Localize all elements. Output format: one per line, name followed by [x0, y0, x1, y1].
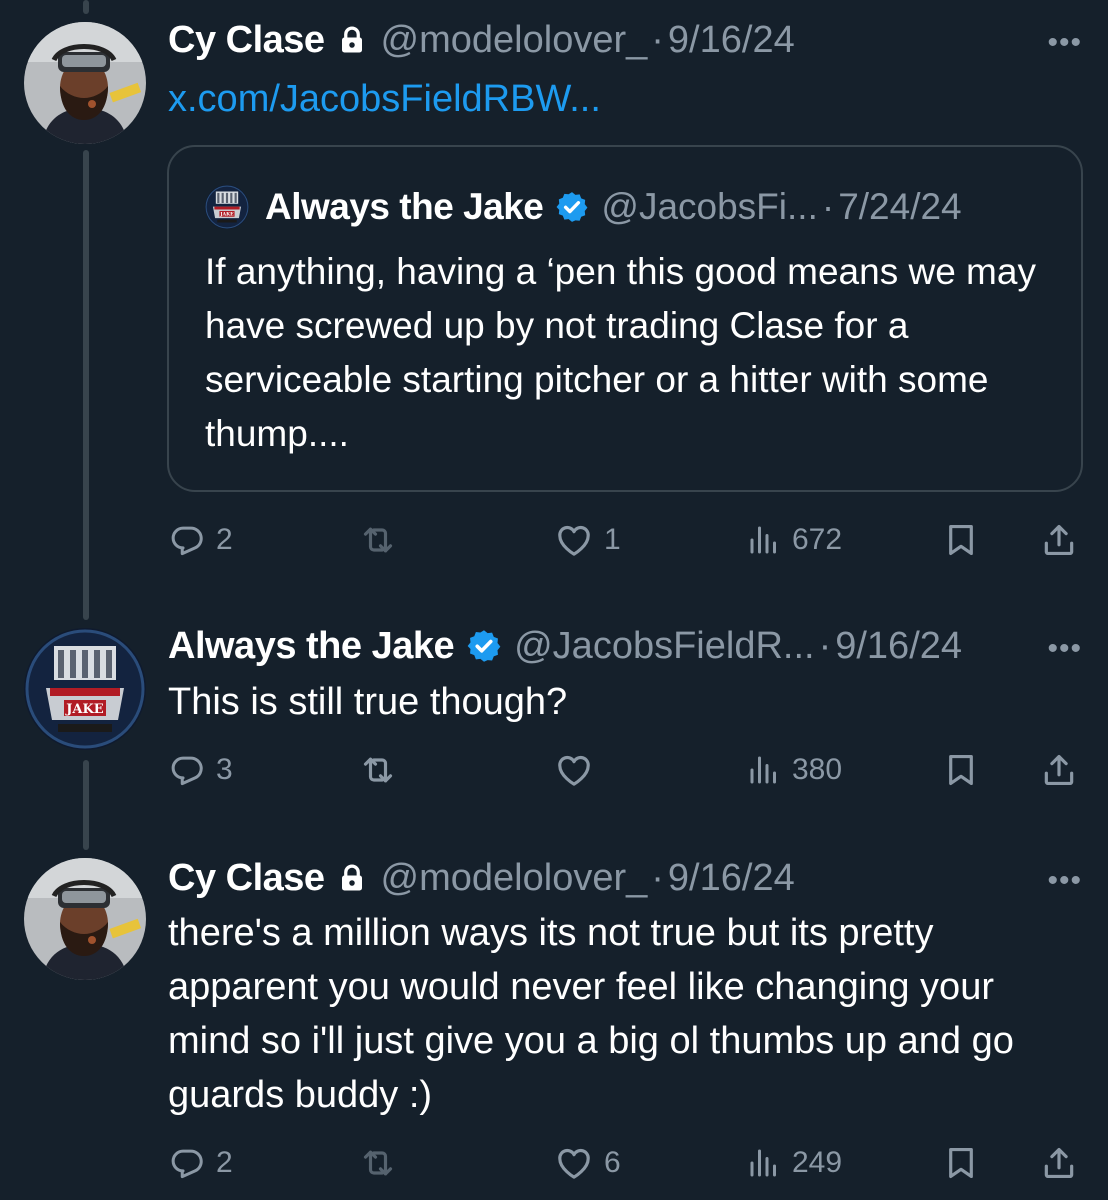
like-button[interactable]: 1 — [554, 510, 621, 570]
like-button[interactable] — [554, 740, 604, 800]
quote-text: If anything, having a ‘pen this good mea… — [205, 251, 1036, 454]
action-bar: 3 380 — [168, 740, 1082, 800]
bookmark-button[interactable] — [942, 1133, 980, 1193]
repost-button[interactable] — [358, 1133, 408, 1193]
action-bar: 2 1 672 — [168, 510, 1082, 570]
always-the-jake-avatar-image — [205, 185, 249, 229]
repost-button[interactable] — [358, 740, 408, 800]
thread-connector-line — [83, 0, 89, 14]
reply-icon — [168, 1144, 206, 1182]
views-button[interactable]: 380 — [746, 740, 842, 800]
quote-date: 7/24/24 — [838, 186, 962, 227]
like-count: 6 — [604, 1146, 621, 1179]
views-icon — [746, 1145, 782, 1181]
verified-badge-icon — [466, 628, 502, 664]
tweet-date[interactable]: 9/16/24 — [668, 857, 795, 900]
views-count: 672 — [792, 523, 843, 556]
avatar[interactable] — [24, 858, 146, 980]
like-icon — [554, 520, 594, 560]
share-button[interactable] — [1040, 510, 1078, 570]
separator-dot: · — [651, 18, 664, 61]
reply-icon — [168, 751, 206, 789]
tweet-text: This is still true though? — [168, 681, 568, 723]
bookmark-icon — [942, 1144, 980, 1182]
author-handle[interactable]: @JacobsFieldR... — [514, 625, 814, 668]
reply-button[interactable]: 2 — [168, 1133, 233, 1193]
avatar[interactable] — [24, 22, 146, 144]
tweet-text: there's a million ways its not true but … — [168, 912, 1014, 1116]
quote-author-name: Always the Jake — [265, 186, 544, 227]
verified-badge-icon — [555, 190, 589, 224]
quoted-tweet-card[interactable]: Always the Jake @JacobsFi... · 7/24/24 I… — [167, 145, 1083, 492]
bookmark-button[interactable] — [942, 740, 980, 800]
separator-dot: · — [818, 624, 832, 667]
reply-icon — [168, 521, 206, 559]
cy-clase-avatar-image — [24, 858, 146, 980]
quote-author-handle: @JacobsFi... — [601, 186, 818, 227]
repost-icon — [358, 1143, 398, 1183]
reply-count: 2 — [216, 523, 233, 556]
tweet-header: Cy Clase @modelolover_ · 9/16/24 — [168, 10, 795, 70]
author-handle[interactable]: @modelolover_ — [381, 19, 648, 62]
like-count: 1 — [604, 523, 621, 556]
author-handle[interactable]: @modelolover_ — [381, 857, 648, 900]
reply-button[interactable]: 3 — [168, 740, 233, 800]
share-icon — [1040, 751, 1078, 789]
like-icon — [554, 1143, 594, 1183]
tweet-body: x.com/JacobsFieldRBW... — [168, 72, 1068, 126]
quote-header: Always the Jake @JacobsFi... · 7/24/24 — [205, 185, 962, 229]
avatar[interactable] — [24, 628, 146, 750]
cy-clase-avatar-image — [24, 22, 146, 144]
reply-button[interactable]: 2 — [168, 510, 233, 570]
tweet-header: Always the Jake @JacobsFieldR... · 9/16/… — [168, 616, 962, 676]
views-count: 380 — [792, 753, 843, 786]
share-button[interactable] — [1040, 1133, 1078, 1193]
separator-dot: · — [651, 856, 664, 899]
more-icon[interactable]: ••• — [1047, 866, 1082, 896]
views-icon — [746, 522, 782, 558]
more-icon[interactable]: ••• — [1047, 28, 1082, 58]
thread-connector-line — [83, 760, 89, 850]
like-icon — [554, 750, 594, 790]
views-button[interactable]: 672 — [746, 510, 842, 570]
author-name[interactable]: Cy Clase — [168, 857, 325, 900]
tweet-header: Cy Clase @modelolover_ · 9/16/24 — [168, 848, 795, 908]
repost-icon — [358, 520, 398, 560]
reply-count: 2 — [216, 1146, 233, 1179]
author-name[interactable]: Cy Clase — [168, 19, 325, 62]
always-the-jake-avatar-image — [24, 628, 146, 750]
tweet-date[interactable]: 9/16/24 — [835, 625, 962, 668]
tweet-date[interactable]: 9/16/24 — [668, 19, 795, 62]
bookmark-button[interactable] — [942, 510, 980, 570]
share-icon — [1040, 1144, 1078, 1182]
separator-dot: · — [821, 186, 835, 227]
tweet-link[interactable]: x.com/JacobsFieldRBW... — [168, 78, 601, 120]
lock-icon — [337, 863, 367, 893]
repost-icon — [358, 750, 398, 790]
bookmark-icon — [942, 751, 980, 789]
author-name[interactable]: Always the Jake — [168, 625, 455, 668]
share-icon — [1040, 521, 1078, 559]
lock-icon — [337, 25, 367, 55]
thread-connector-line — [83, 150, 89, 620]
views-count: 249 — [792, 1146, 843, 1179]
quote-avatar — [205, 185, 249, 229]
views-button[interactable]: 249 — [746, 1133, 842, 1193]
views-icon — [746, 752, 782, 788]
like-button[interactable]: 6 — [554, 1133, 621, 1193]
more-icon[interactable]: ••• — [1047, 634, 1082, 664]
share-button[interactable] — [1040, 740, 1078, 800]
bookmark-icon — [942, 521, 980, 559]
reply-count: 3 — [216, 753, 233, 786]
repost-button[interactable] — [358, 510, 408, 570]
action-bar: 2 6 249 — [168, 1133, 1082, 1193]
